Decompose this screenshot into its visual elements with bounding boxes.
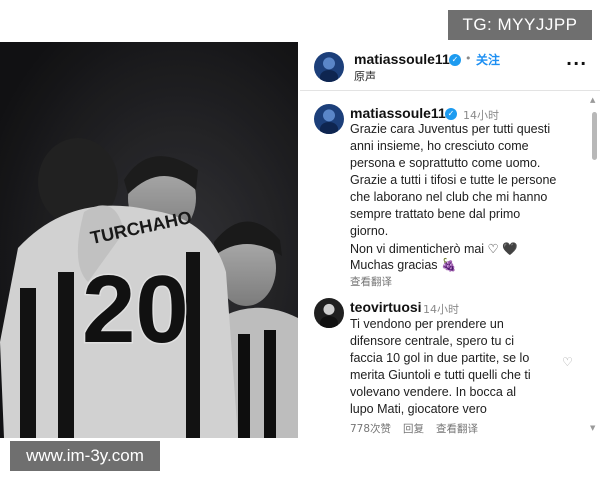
comment-line: merita Giuntoli e tutti quelli che ti [350, 368, 531, 382]
more-horizontal-icon[interactable]: ··· [566, 54, 587, 73]
caption-line: anni insieme, ho cresciuto come [350, 139, 529, 153]
verified-badge-icon: ✓ [445, 108, 457, 120]
comment-time: 14小时 [423, 303, 459, 316]
caption-line: persona e soprattutto come uomo. [350, 156, 541, 170]
comment-line: lupo Mati, giocatore vero [350, 402, 487, 416]
post-side-panel: matiassoule11 ✓ • 关注 原声 ··· matiassoule1… [300, 42, 600, 438]
caption-line: che laborano nel club che mi hanno [350, 190, 548, 204]
caption-line: Non vi dimenticherò mai ♡ 🖤 [350, 242, 518, 256]
header-username[interactable]: matiassoule11 [354, 51, 450, 67]
header-divider [300, 90, 600, 91]
follow-button[interactable]: 关注 [476, 51, 500, 68]
post-photo: TURCHAHO 20 [0, 42, 298, 438]
site-watermark: www.im-3y.com [10, 441, 160, 471]
comment-line: Ti vendono per prendere un [350, 317, 504, 331]
verified-badge-icon: ✓ [449, 54, 461, 66]
telegram-watermark: TG: MYYJJPP [448, 10, 592, 40]
comment-line: volevano vendere. In bocca al [350, 385, 517, 399]
screenshot: TURCHAHO 20 matiassoule11 ✓ • 关注 原声 ··· … [0, 0, 600, 480]
caption-line: Muchas gracias 🍇 [350, 258, 457, 272]
caption-line: giorno. [350, 224, 389, 238]
comment-like-heart-icon[interactable]: ♡ [562, 355, 573, 369]
comment-translate-link[interactable]: 查看翻译 [436, 421, 478, 436]
scroll-up-arrow-icon[interactable]: ▲ [590, 96, 595, 104]
scrollbar-thumb[interactable] [592, 112, 597, 160]
comment-reply-button[interactable]: 回复 [403, 421, 424, 436]
comment-avatar[interactable] [314, 298, 344, 328]
scroll-down-arrow-icon[interactable]: ▼ [590, 424, 595, 432]
header-avatar[interactable] [314, 52, 344, 82]
comment-line: faccia 10 gol in due partite, se lo [350, 351, 530, 365]
caption-username[interactable]: matiassoule11 [350, 105, 446, 121]
comment-likes-count[interactable]: 778次赞 [350, 421, 391, 436]
caption-line: Grazie cara Juventus per tutti questi [350, 122, 551, 136]
caption-avatar[interactable] [314, 104, 344, 134]
audio-label[interactable]: 原声 [354, 68, 376, 84]
comment-username[interactable]: teovirtuosi [350, 299, 422, 315]
caption-line: sempre trattato bene dal primo [350, 207, 521, 221]
comment-line: difensore centrale, spero tu ci [350, 334, 514, 348]
caption-translate-link[interactable]: 查看翻译 [350, 274, 392, 289]
caption-time: 14小时 [463, 109, 499, 122]
caption-line: Grazie a tutti i tifosi e tutte le perso… [350, 173, 557, 187]
